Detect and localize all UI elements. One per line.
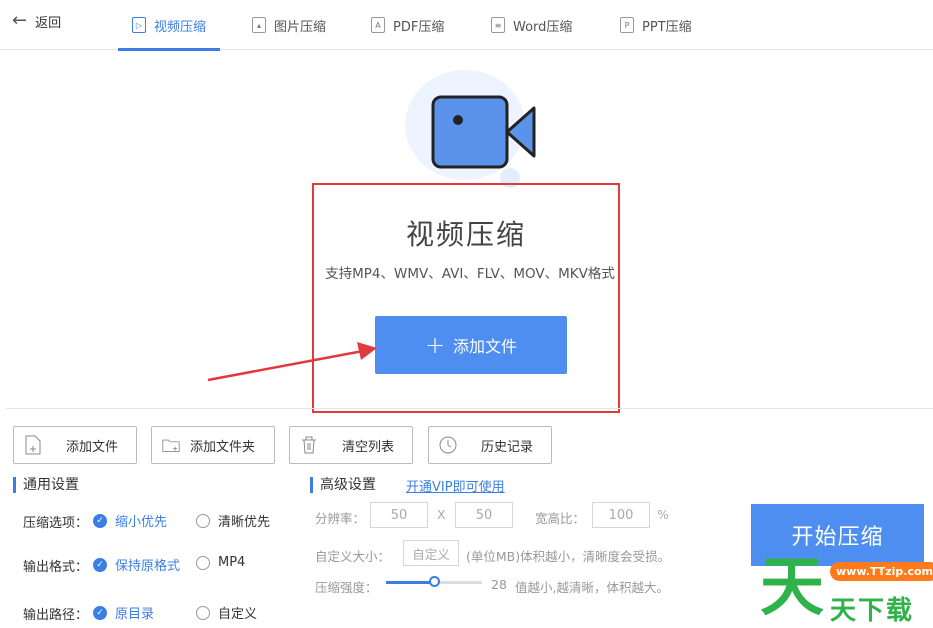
output-path-label: 输出路径： <box>23 608 89 623</box>
general-settings-title: 通用设置 <box>13 476 79 494</box>
radio-label: 自定义 <box>218 607 258 622</box>
strength-slider-fill <box>386 581 434 584</box>
aspect-ratio-unit: % <box>657 507 669 522</box>
radio-empty-icon <box>196 605 210 620</box>
tab-label: PDF压缩 <box>393 19 445 35</box>
divider <box>6 408 933 409</box>
strength-value: 28 <box>491 577 507 592</box>
check-icon: ✓ <box>93 557 107 572</box>
pointer-arrow <box>207 342 377 382</box>
ppt-doc-icon: P <box>620 17 634 33</box>
radio-mp4[interactable]: MP4 <box>196 555 245 570</box>
radio-clarity-priority[interactable]: 清晰优先 <box>196 511 270 530</box>
toolbar-label: 清空列表 <box>342 439 395 455</box>
video-camera-icon <box>431 95 536 169</box>
radio-label: 缩小优先 <box>115 515 168 530</box>
image-doc-icon: ▴ <box>252 17 266 33</box>
resolution-separator: X <box>437 507 446 522</box>
back-button[interactable]: ← 返回 <box>12 10 61 32</box>
tab-word-compress[interactable]: ≡ Word压缩 <box>491 0 572 50</box>
tab-image-compress[interactable]: ▴ 图片压缩 <box>252 0 326 50</box>
aspect-ratio-input[interactable]: 100 <box>592 502 650 528</box>
watermark-big-char: 天 <box>760 551 824 625</box>
tab-pdf-compress[interactable]: A PDF压缩 <box>371 0 444 50</box>
tab-ppt-compress[interactable]: P PPT压缩 <box>620 0 692 50</box>
custom-size-label: 自定义大小： <box>315 549 391 564</box>
radio-original-dir[interactable]: ✓ 原目录 <box>93 603 154 622</box>
radio-custom-dir[interactable]: 自定义 <box>196 603 257 622</box>
vip-link[interactable]: 开通VIP即可使用 <box>406 476 505 495</box>
word-doc-icon: ≡ <box>491 17 505 33</box>
top-nav: ← 返回 ▷ 视频压缩 ▴ 图片压缩 A PDF压缩 ≡ Word压缩 P PP… <box>0 0 933 51</box>
folder-add-icon <box>162 435 180 455</box>
strength-hint: 值越小,越清晰，体积越大。 <box>515 580 669 595</box>
tab-label: 视频压缩 <box>154 19 207 35</box>
radio-keep-format[interactable]: ✓ 保持原格式 <box>93 555 180 574</box>
clock-icon <box>439 435 457 455</box>
strength-slider-thumb[interactable] <box>429 576 440 587</box>
radio-size-priority[interactable]: ✓ 缩小优先 <box>93 511 167 530</box>
file-add-icon <box>24 435 42 455</box>
toolbar-label: 添加文件夹 <box>190 439 256 455</box>
watermark-text: 天下载 <box>830 596 915 626</box>
tab-label: PPT压缩 <box>642 19 692 35</box>
play-doc-icon: ▷ <box>132 17 146 33</box>
toolbar-add-file-button[interactable]: 添加文件 <box>13 426 137 464</box>
plus-icon: + <box>424 331 446 359</box>
watermark-url: www.TTzip.com <box>830 562 933 581</box>
resolution-height-input[interactable]: 50 <box>455 502 513 528</box>
radio-empty-icon <box>196 513 210 528</box>
supported-formats: 支持MP4、WMV、AVI、FLV、MOV、MKV格式 <box>325 266 615 282</box>
toolbar-label: 添加文件 <box>66 439 119 455</box>
pdf-doc-icon: A <box>371 17 385 33</box>
toolbar-label: 历史记录 <box>481 439 534 455</box>
radio-empty-icon <box>196 555 210 570</box>
radio-label: 原目录 <box>115 607 155 622</box>
watermark-logo: 天 www.TTzip.com 天下载 <box>760 550 933 626</box>
add-file-label: 添加文件 <box>453 337 518 356</box>
tab-label: Word压缩 <box>513 19 573 35</box>
radio-label: MP4 <box>218 555 246 570</box>
aspect-ratio-label: 宽高比： <box>535 511 586 526</box>
custom-size-input[interactable]: 自定义 <box>403 540 459 566</box>
resolution-label: 分辨率： <box>315 511 366 526</box>
compress-option-label: 压缩选项： <box>23 516 89 531</box>
check-icon: ✓ <box>93 513 107 528</box>
custom-size-hint: (单位MB)体积越小，清晰度会受损。 <box>466 549 671 564</box>
add-file-button[interactable]: + 添加文件 <box>375 316 567 374</box>
radio-label: 清晰优先 <box>218 515 271 530</box>
hero-title: 视频压缩 <box>405 218 526 251</box>
toolbar-add-folder-button[interactable]: 添加文件夹 <box>151 426 275 464</box>
arrow-left-icon: ← <box>12 10 28 31</box>
trash-icon <box>300 435 318 455</box>
toolbar-clear-list-button[interactable]: 清空列表 <box>289 426 413 464</box>
radio-label: 保持原格式 <box>115 559 181 574</box>
strength-slider[interactable] <box>386 576 482 587</box>
back-label: 返回 <box>35 15 62 31</box>
tab-label: 图片压缩 <box>274 19 327 35</box>
tab-video-compress[interactable]: ▷ 视频压缩 <box>118 0 221 51</box>
toolbar-history-button[interactable]: 历史记录 <box>428 426 552 464</box>
advanced-settings-title: 高级设置 <box>310 476 376 494</box>
resolution-width-input[interactable]: 50 <box>370 502 428 528</box>
check-icon: ✓ <box>93 605 107 620</box>
strength-label: 压缩强度： <box>315 580 378 595</box>
output-format-label: 输出格式： <box>23 560 89 575</box>
